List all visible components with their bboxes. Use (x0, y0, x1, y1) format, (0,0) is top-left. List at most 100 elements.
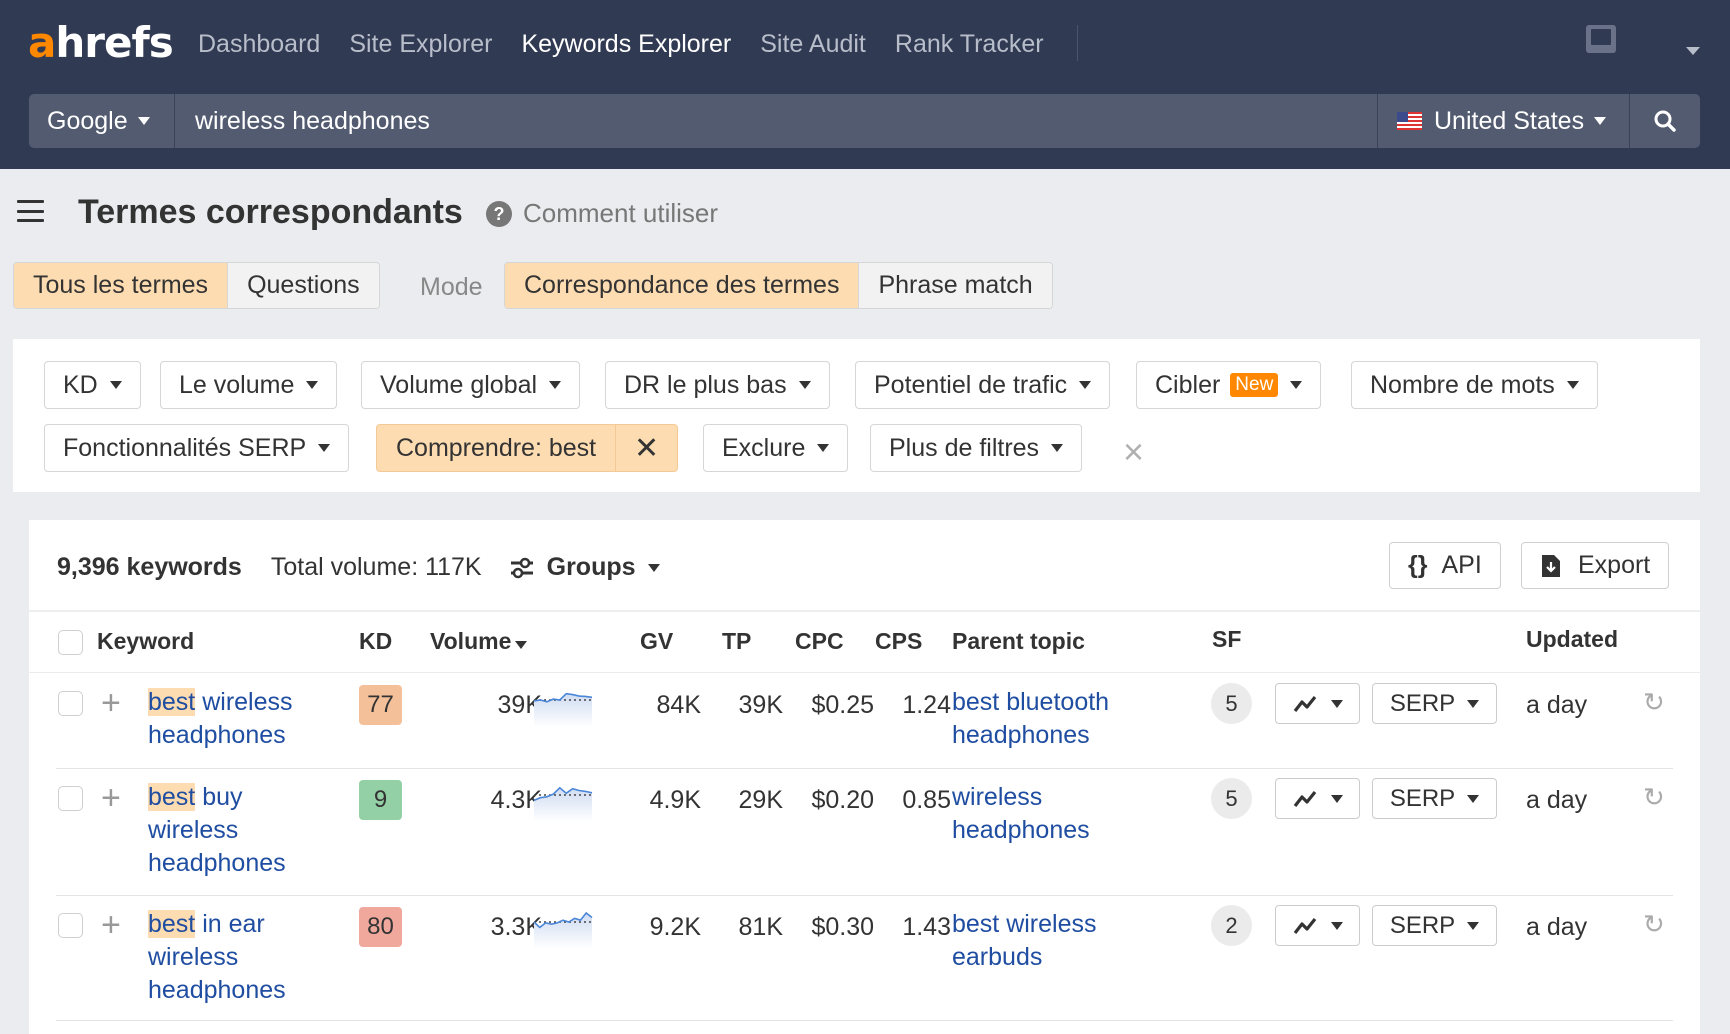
parent-topic-link[interactable]: best bluetooth headphones (952, 686, 1152, 752)
download-file-icon (1542, 554, 1560, 577)
filter-target[interactable]: Cibler New (1136, 361, 1322, 409)
filter-kd[interactable]: KD (44, 361, 141, 409)
serp-dropdown[interactable]: SERP (1372, 905, 1497, 946)
serp-dropdown[interactable]: SERP (1372, 778, 1497, 819)
select-all-checkbox[interactable] (58, 630, 83, 655)
filter-lowest-dr[interactable]: DR le plus bas (605, 361, 830, 409)
tp-value: 81K (738, 913, 783, 941)
results-summary: 9,396 keywords Total volume: 117K Groups (57, 553, 660, 582)
volume-trend-sparkline (533, 692, 593, 727)
add-to-list-icon[interactable]: + (101, 781, 121, 815)
chevron-down-icon (1330, 794, 1343, 803)
nav-site-audit[interactable]: Site Audit (760, 28, 866, 60)
row-checkbox[interactable] (58, 913, 83, 938)
keyword-link[interactable]: best buy wireless headphones (148, 781, 338, 880)
nav-site-explorer[interactable]: Site Explorer (349, 28, 492, 60)
add-to-list-icon[interactable]: + (101, 686, 121, 720)
divider (29, 610, 1700, 612)
cps-value: 1.24 (902, 691, 951, 719)
api-button[interactable]: {} API (1389, 542, 1501, 589)
filter-traffic-potential[interactable]: Potentiel de trafic (855, 361, 1111, 409)
col-cps[interactable]: CPS (875, 628, 922, 655)
col-sf[interactable]: SF (1212, 626, 1241, 653)
col-tp[interactable]: TP (722, 628, 751, 655)
tab-terms-match[interactable]: Correspondance des termes (505, 263, 859, 308)
volume-trend-sparkline (533, 911, 593, 949)
row-checkbox[interactable] (58, 786, 83, 811)
keyword-search-input[interactable] (175, 94, 1377, 148)
col-keyword[interactable]: Keyword (97, 628, 194, 655)
nav-rank-tracker[interactable]: Rank Tracker (895, 28, 1044, 60)
updated-value: a day (1526, 913, 1588, 941)
col-kd[interactable]: KD (359, 628, 392, 655)
row-divider (56, 895, 1673, 896)
row-divider (56, 768, 1673, 769)
filter-global-volume[interactable]: Volume global (361, 361, 581, 409)
export-button[interactable]: Export (1521, 542, 1670, 589)
filter-more[interactable]: Plus de filtres (870, 424, 1083, 472)
tab-questions[interactable]: Questions (227, 263, 379, 308)
page-title: Termes correspondants (78, 193, 463, 231)
col-cpc[interactable]: CPC (795, 628, 844, 655)
groups-dropdown[interactable]: Groups (509, 553, 660, 582)
nav-dashboard[interactable]: Dashboard (198, 28, 320, 60)
serp-dropdown[interactable]: SERP (1372, 683, 1497, 724)
country-select[interactable]: United States (1377, 94, 1630, 148)
chevron-down-icon (549, 381, 562, 389)
gv-value: 9.2K (649, 913, 701, 941)
chart-line-icon (1293, 917, 1316, 934)
tab-phrase-match[interactable]: Phrase match (858, 263, 1052, 308)
chevron-down-icon (1290, 381, 1303, 389)
keyword-link[interactable]: best wireless headphones (148, 686, 338, 752)
chevron-down-icon[interactable] (1686, 47, 1700, 55)
refresh-icon[interactable]: ↻ (1643, 782, 1665, 813)
parent-topic-link[interactable]: best wireless earbuds (952, 908, 1152, 974)
filter-exclude[interactable]: Exclure (703, 424, 849, 472)
chevron-down-icon (1330, 699, 1343, 708)
remove-filter-icon[interactable]: ✕ (615, 425, 677, 471)
serp-features-count[interactable]: 2 (1211, 905, 1252, 946)
ahrefs-logo[interactable]: ahrefs (28, 18, 174, 67)
nav-keywords-explorer[interactable]: Keywords Explorer (521, 28, 731, 60)
inbox-icon[interactable] (1586, 25, 1616, 53)
chevron-down-icon (137, 117, 150, 125)
col-gv[interactable]: GV (640, 628, 673, 655)
cps-value: 0.85 (902, 786, 951, 814)
filter-word-count[interactable]: Nombre de mots (1351, 361, 1598, 409)
filter-volume[interactable]: Le volume (160, 361, 338, 409)
search-icon (1654, 110, 1676, 132)
filter-serp-features[interactable]: Fonctionnalités SERP (44, 424, 350, 472)
clear-filters-icon[interactable]: × (1123, 434, 1144, 470)
menu-icon[interactable] (17, 200, 44, 222)
search-button[interactable] (1630, 94, 1700, 148)
col-volume[interactable]: Volume (430, 628, 528, 655)
mode-label: Mode (420, 273, 483, 301)
chevron-down-icon (1467, 921, 1480, 930)
refresh-icon[interactable]: ↻ (1643, 687, 1665, 718)
serp-features-count[interactable]: 5 (1211, 683, 1252, 724)
sort-desc-icon (515, 641, 528, 649)
col-updated[interactable]: Updated (1526, 626, 1618, 653)
keyword-link[interactable]: best in ear wireless headphones (148, 908, 338, 1007)
parent-topic-link[interactable]: wireless headphones (952, 781, 1152, 847)
chevron-down-icon (1079, 381, 1092, 389)
filter-include-active[interactable]: Comprendre: best ✕ (376, 424, 679, 472)
us-flag-icon (1397, 112, 1422, 130)
add-to-list-icon[interactable]: + (101, 908, 121, 942)
col-parent-topic[interactable]: Parent topic (952, 628, 1085, 655)
trend-chart-dropdown[interactable] (1275, 778, 1360, 819)
search-engine-select[interactable]: Google (29, 94, 175, 148)
how-to-use-link[interactable]: ? Comment utiliser (486, 198, 718, 229)
serp-features-count[interactable]: 5 (1211, 778, 1252, 819)
mode-tabs: Correspondance des termes Phrase match (504, 262, 1053, 309)
tab-all-terms[interactable]: Tous les termes (14, 263, 228, 308)
row-checkbox[interactable] (58, 691, 83, 716)
gv-value: 4.9K (649, 786, 701, 814)
sliders-icon (510, 557, 533, 578)
trend-chart-dropdown[interactable] (1275, 905, 1360, 946)
trend-chart-dropdown[interactable] (1275, 683, 1360, 724)
question-icon: ? (486, 200, 512, 227)
chevron-down-icon (1467, 794, 1480, 803)
header-divider (29, 672, 1700, 673)
refresh-icon[interactable]: ↻ (1643, 909, 1665, 940)
